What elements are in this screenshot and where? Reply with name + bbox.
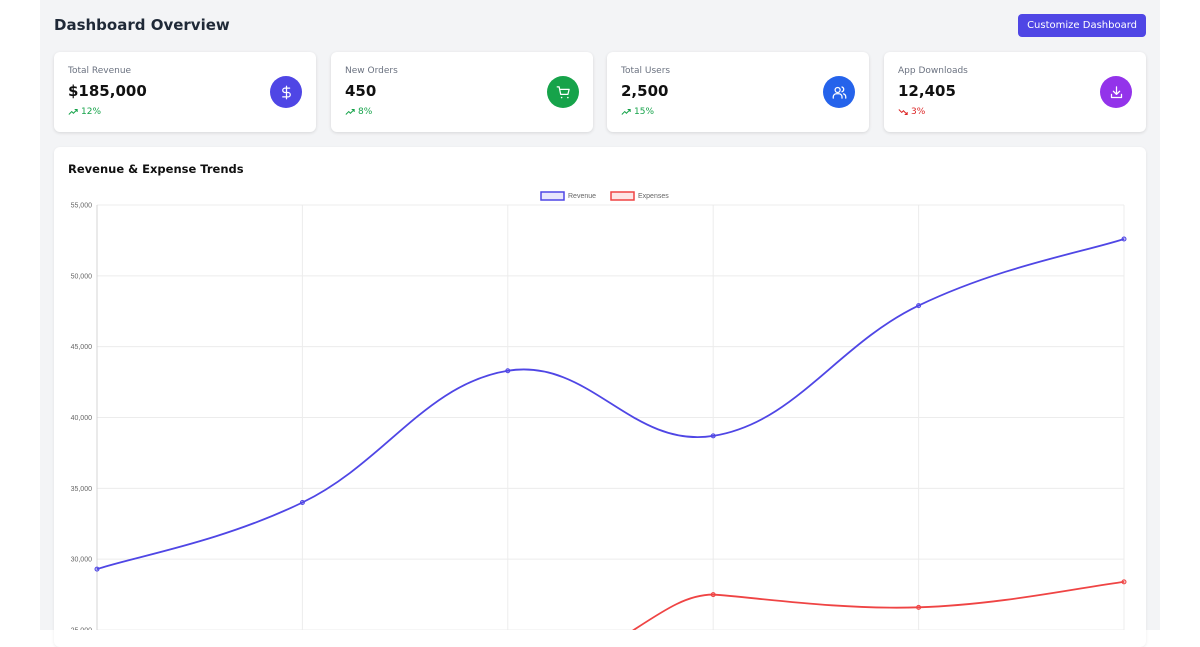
dashboard-page: Dashboard Overview Customize Dashboard T… <box>40 0 1160 647</box>
y-tick-label: 55,000 <box>71 203 93 210</box>
y-tick-label: 50,000 <box>71 273 93 280</box>
series-line-revenue <box>96 238 1125 570</box>
legend-swatch <box>610 191 635 201</box>
data-point-revenue <box>94 566 100 572</box>
data-point-expenses <box>1121 579 1127 585</box>
users-icon <box>823 76 855 108</box>
card-value: 2,500 <box>621 82 669 100</box>
data-point-revenue <box>710 433 716 439</box>
card-label: App Downloads <box>898 66 968 76</box>
card-change: 3% <box>898 107 925 117</box>
y-tick-label: 40,000 <box>71 415 93 422</box>
data-point-revenue <box>1121 236 1127 242</box>
card-change: 8% <box>345 107 372 117</box>
legend-label: Revenue <box>568 193 596 200</box>
dollar-icon <box>270 76 302 108</box>
legend-label: Expenses <box>638 193 669 200</box>
dashboard-header: Dashboard Overview Customize Dashboard <box>54 14 1146 37</box>
data-point-expenses <box>710 592 716 598</box>
y-tick-label: 35,000 <box>71 486 93 493</box>
card-value: 12,405 <box>898 82 956 100</box>
cart-icon <box>547 76 579 108</box>
card-label: New Orders <box>345 66 398 76</box>
card-label: Total Revenue <box>68 66 132 76</box>
card-change: 12% <box>68 107 101 117</box>
trend-up-icon <box>345 109 355 115</box>
stat-cards: Total Revenue $185,000 12% New Orders 45… <box>54 52 1146 132</box>
card-change-value: 8% <box>358 107 373 117</box>
card-app-downloads: App Downloads 12,405 3% <box>884 52 1146 132</box>
series-line-expenses <box>632 580 1125 630</box>
card-total-users: Total Users 2,500 15% <box>607 52 869 132</box>
download-icon <box>1100 76 1132 108</box>
customize-dashboard-button[interactable]: Customize Dashboard <box>1018 14 1146 37</box>
revenue-expense-line-chart: 25,00030,00035,00040,00045,00050,00055,0… <box>71 191 1127 630</box>
card-new-orders: New Orders 450 8% <box>331 52 593 132</box>
y-tick-label: 45,000 <box>71 344 93 351</box>
card-change-value: 15% <box>634 107 655 117</box>
card-total-revenue: Total Revenue $185,000 12% <box>54 52 316 132</box>
card-change-value: 3% <box>911 107 926 117</box>
card-value: $185,000 <box>68 82 147 100</box>
card-change-value: 12% <box>81 107 102 117</box>
card-change: 15% <box>621 107 654 117</box>
legend-swatch <box>540 191 565 201</box>
data-point-revenue <box>505 368 511 374</box>
y-tick-label: 30,000 <box>71 557 93 564</box>
card-value: 450 <box>345 82 377 100</box>
data-point-revenue <box>299 500 305 505</box>
trend-up-icon <box>68 109 78 115</box>
trend-up-icon <box>621 109 631 115</box>
card-label: Total Users <box>621 66 671 76</box>
revenue-expense-chart-panel: Revenue & Expense Trends 25,00030,00035,… <box>54 147 1146 647</box>
data-point-revenue <box>916 303 922 309</box>
page-title: Dashboard Overview <box>54 16 230 34</box>
data-point-expenses <box>916 604 922 610</box>
trend-down-icon <box>898 109 908 115</box>
